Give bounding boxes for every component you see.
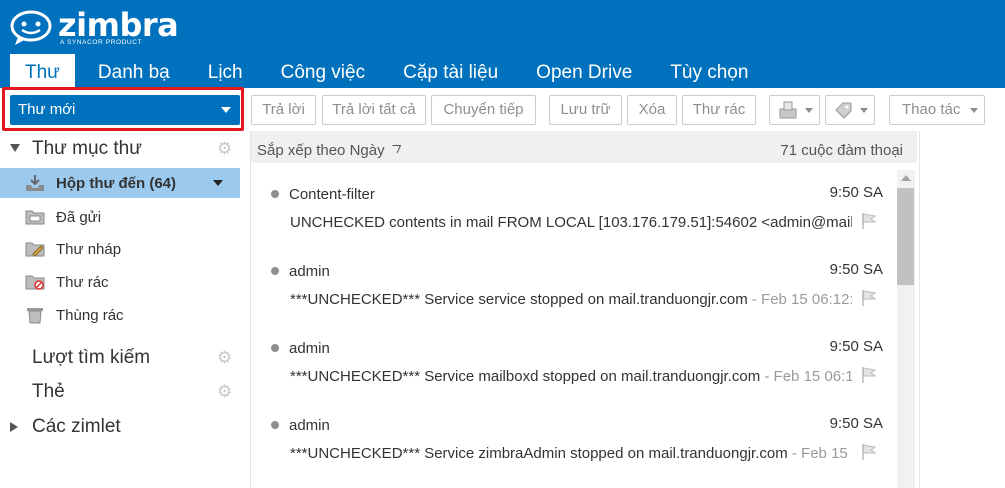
- tab-preferences[interactable]: Tùy chọn: [670, 54, 748, 88]
- message-sender: Content-filter: [289, 186, 375, 203]
- message-snippet: ***UNCHECKED*** Service mailboxd stopped…: [290, 368, 852, 385]
- folder-junk[interactable]: Thư rác: [0, 267, 242, 297]
- spam-button[interactable]: Thư rác: [682, 95, 756, 125]
- message-fragment: - Feb 15 06:12: [760, 368, 852, 385]
- inbox-icon: [26, 175, 44, 191]
- gear-icon[interactable]: ⚙: [217, 382, 232, 402]
- delete-button[interactable]: Xóa: [627, 95, 677, 125]
- message-snippet: ***UNCHECKED*** Service zimbraAdmin stop…: [290, 445, 852, 462]
- folder-label: Thùng rác: [56, 307, 124, 324]
- message-fragment: - Feb 15 0: [791, 445, 852, 462]
- junk-folder-icon: [25, 275, 45, 290]
- tag-dropdown-icon: [860, 108, 868, 113]
- collapse-icon[interactable]: [10, 144, 20, 152]
- unread-dot-icon[interactable]: [271, 344, 279, 352]
- message-list: Sắp xếp theo Ngày 71 cuộc đàm thoại Cont…: [250, 131, 919, 488]
- drafts-folder-icon: [25, 242, 45, 257]
- message-time: 9:50 SA: [829, 184, 883, 201]
- searches-header[interactable]: Lượt tìm kiếm ⚙: [0, 345, 242, 373]
- message-time: 9:50 SA: [829, 261, 883, 278]
- sent-folder-icon: [25, 210, 45, 225]
- scrollbar-thumb[interactable]: [897, 188, 914, 285]
- message-subject: UNCHECKED contents in mail FROM LOCAL [1…: [290, 214, 852, 231]
- message-subject: ***UNCHECKED*** Service mailboxd stopped…: [290, 368, 761, 385]
- tab-calendar[interactable]: Lịch: [208, 54, 243, 88]
- brand-tagline: A SYNACOR PRODUCT: [60, 39, 143, 46]
- folder-label: Đã gửi: [56, 209, 102, 226]
- list-header: Sắp xếp theo Ngày 71 cuộc đàm thoại: [251, 131, 917, 163]
- reading-pane: [919, 131, 1005, 488]
- list-item[interactable]: admin 9:50 SA ***UNCHECKED*** Service zi…: [251, 403, 897, 480]
- mail-folders-header[interactable]: Thư mục thư ⚙: [0, 136, 242, 164]
- conversation-count: 71 cuộc đàm thoại: [780, 142, 903, 159]
- folder-dropdown-icon[interactable]: [213, 180, 223, 186]
- unread-dot-icon[interactable]: [271, 267, 279, 275]
- message-sender: admin: [289, 417, 330, 434]
- message-time: 9:50 SA: [829, 338, 883, 355]
- message-subject: ***UNCHECKED*** Service service stopped …: [290, 291, 748, 308]
- mail-folders-label: Thư mục thư: [32, 138, 142, 159]
- flag-icon[interactable]: [860, 289, 878, 307]
- tab-briefcase[interactable]: Cặp tài liệu: [403, 54, 498, 88]
- message-snippet: UNCHECKED contents in mail FROM LOCAL [1…: [290, 214, 852, 231]
- flag-icon[interactable]: [860, 443, 878, 461]
- flag-icon[interactable]: [860, 212, 878, 230]
- gear-icon[interactable]: ⚙: [217, 139, 232, 159]
- folder-inbox[interactable]: Hộp thư đến (64): [0, 168, 240, 198]
- folder-sent[interactable]: Đã gửi: [0, 202, 242, 232]
- tags-label: Thẻ: [32, 381, 65, 402]
- list-item[interactable]: Content-filter 9:50 SA UNCHECKED content…: [251, 172, 897, 249]
- expand-icon[interactable]: [10, 422, 18, 432]
- archive-button[interactable]: Lưu trữ: [549, 95, 622, 125]
- folder-label: Thư nháp: [56, 241, 122, 258]
- tag-icon: [835, 102, 852, 119]
- tags-header[interactable]: Thẻ ⚙: [0, 379, 242, 407]
- new-mail-button[interactable]: Thư mới: [10, 95, 240, 125]
- app-tabs: Thư Danh bạ Lịch Công việc Cặp tài liệu …: [10, 54, 786, 88]
- new-mail-label: Thư mới: [18, 101, 76, 118]
- message-sender: admin: [289, 340, 330, 357]
- app-header: zimbra A SYNACOR PRODUCT Thư Danh bạ Lịc…: [0, 0, 1005, 88]
- message-time: 9:50 SA: [829, 415, 883, 432]
- unread-dot-icon[interactable]: [271, 190, 279, 198]
- gear-icon[interactable]: ⚙: [217, 348, 232, 368]
- reply-all-button[interactable]: Trả lời tất cả: [322, 95, 426, 125]
- searches-label: Lượt tìm kiếm: [32, 347, 151, 368]
- message-fragment: - Feb 15 06:12:2: [747, 291, 852, 308]
- actions-dropdown-icon: [970, 108, 978, 113]
- scroll-up-icon[interactable]: [901, 175, 911, 181]
- tab-contacts[interactable]: Danh bạ: [98, 54, 170, 88]
- tab-mail[interactable]: Thư: [10, 54, 75, 88]
- actions-button[interactable]: Thao tác: [889, 95, 985, 125]
- message-sender: admin: [289, 263, 330, 280]
- folder-drafts[interactable]: Thư nháp: [0, 234, 242, 264]
- flag-icon[interactable]: [860, 366, 878, 384]
- tab-tasks[interactable]: Công việc: [281, 54, 366, 88]
- zimlets-header[interactable]: Các zimlet: [0, 414, 242, 442]
- move-dropdown-icon: [805, 108, 813, 113]
- zimbra-logo-icon: [10, 10, 52, 45]
- reply-button[interactable]: Trả lời: [251, 95, 316, 125]
- message-subject: ***UNCHECKED*** Service zimbraAdmin stop…: [290, 445, 788, 462]
- unread-dot-icon[interactable]: [271, 421, 279, 429]
- trash-icon: [27, 308, 43, 324]
- list-scrollbar[interactable]: [897, 170, 915, 488]
- folder-label: Thư rác: [56, 274, 109, 291]
- move-button[interactable]: [769, 95, 820, 125]
- list-item[interactable]: admin 9:50 SA ***UNCHECKED*** Service se…: [251, 249, 897, 326]
- new-mail-dropdown-icon[interactable]: [221, 107, 231, 113]
- move-icon: [779, 101, 797, 119]
- sort-control[interactable]: Sắp xếp theo Ngày: [257, 142, 385, 159]
- message-snippet: ***UNCHECKED*** Service service stopped …: [290, 291, 852, 308]
- folder-trash[interactable]: Thùng rác: [0, 300, 242, 330]
- zimlets-label: Các zimlet: [32, 416, 121, 437]
- sidebar: Thư mục thư ⚙ Hộp thư đến (64) Đã gửi Th…: [0, 131, 242, 488]
- tag-button[interactable]: [825, 95, 875, 125]
- sort-direction-icon[interactable]: [392, 145, 401, 154]
- forward-button[interactable]: Chuyển tiếp: [431, 95, 536, 125]
- tab-open-drive[interactable]: Open Drive: [536, 54, 632, 88]
- actions-label: Thao tác: [902, 101, 961, 118]
- folder-label: Hộp thư đến (64): [56, 175, 177, 192]
- list-item[interactable]: admin 9:50 SA ***UNCHECKED*** Service ma…: [251, 326, 897, 403]
